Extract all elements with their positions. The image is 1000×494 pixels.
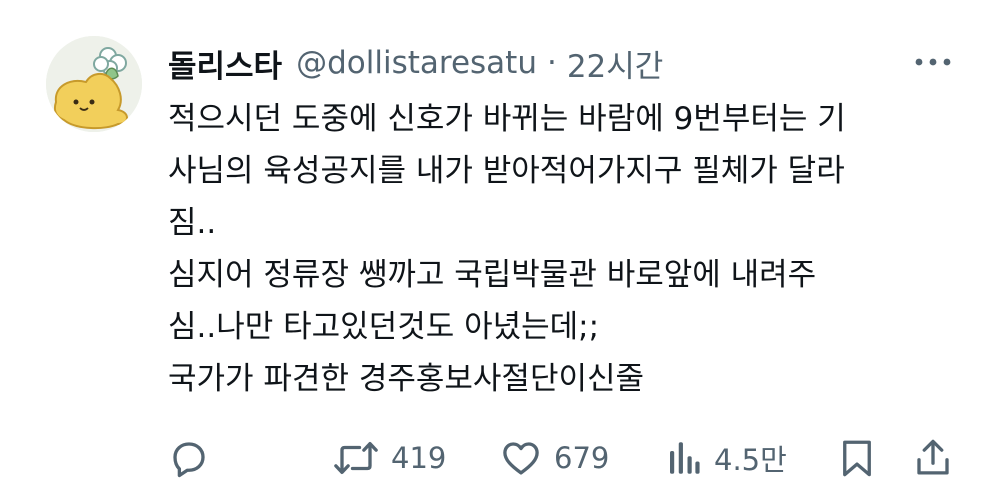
tweet-text-line: 심지어 정류장 쌩까고 국립박물관 바로앞에 내려주 <box>168 257 817 293</box>
retweet-button[interactable]: 419 <box>333 430 446 486</box>
views-icon <box>670 442 700 474</box>
avatar-image <box>46 36 142 132</box>
share-button[interactable] <box>913 430 953 486</box>
heart-icon <box>503 442 539 475</box>
views-button[interactable]: 4.5만 <box>666 430 787 486</box>
timestamp[interactable]: 22시간 <box>567 41 664 86</box>
bookmark-button[interactable] <box>838 430 876 486</box>
reply-icon <box>173 442 205 478</box>
more-icon <box>915 58 951 66</box>
retweet-icon <box>334 441 378 475</box>
tweet-header: 돌리스타 @dollistaresatu · 22시간 <box>168 38 663 88</box>
tweet-text: 적으시던 도중에 신호가 바뀌는 바람에 9번부터는 기 사님의 육성공지를 내… <box>168 93 968 405</box>
tweet: 돌리스타 @dollistaresatu · 22시간 적으시던 도중에 신호가… <box>0 0 1000 494</box>
tweet-text-line: 적으시던 도중에 신호가 바뀌는 바람에 9번부터는 기 <box>168 101 846 137</box>
views-count: 4.5만 <box>714 443 787 477</box>
reply-button[interactable] <box>168 430 210 486</box>
tweet-text-line: 국가가 파견한 경주홍보사절단이신줄 <box>168 361 645 397</box>
bookmark-icon <box>843 440 871 477</box>
more-button[interactable] <box>913 50 953 74</box>
retweet-count: 419 <box>391 441 447 475</box>
separator-dot: · <box>546 45 557 81</box>
tweet-text-line: 심..나만 타고있던것도 아녔는데;; <box>168 309 600 345</box>
action-bar: 419 679 4.5만 <box>0 430 1000 486</box>
avatar[interactable] <box>46 36 142 132</box>
user-handle[interactable]: @dollistaresatu <box>296 45 537 81</box>
tweet-text-line: 짐.. <box>168 205 217 241</box>
tweet-text-line: 사님의 육성공지를 내가 받아적어가지구 필체가 달라 <box>168 153 845 189</box>
share-icon <box>917 439 949 475</box>
like-button[interactable]: 679 <box>500 430 609 486</box>
like-count: 679 <box>554 441 610 475</box>
display-name[interactable]: 돌리스타 <box>168 41 282 86</box>
